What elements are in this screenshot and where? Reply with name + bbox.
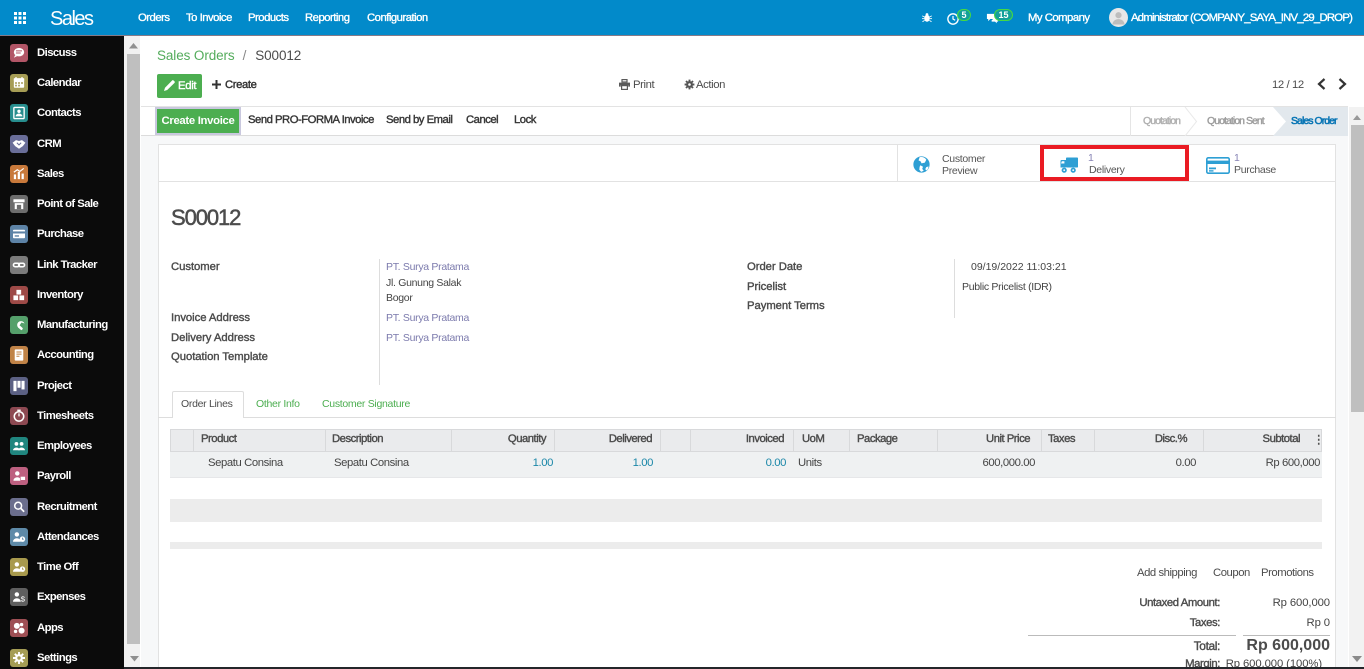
svg-text:$: $ (21, 595, 26, 604)
